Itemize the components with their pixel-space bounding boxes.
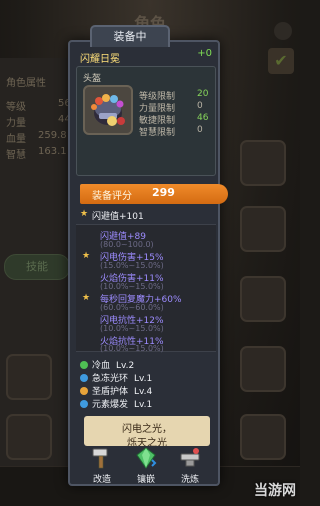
skill-name: 冷血 [92,361,111,371]
skill-list: 冷血 Lv.2 急冻光环 Lv.1 圣盾护体 Lv.4 元素爆发 Lv.1 [76,356,216,412]
refine-button[interactable]: 洗炼 [170,446,210,490]
requirement-label: 智慧限制 [139,128,176,138]
skill-level: Lv.4 [134,387,153,397]
hammer-icon [92,448,108,469]
equip-slot[interactable] [240,346,286,392]
helmet-icon [83,85,133,135]
gem-icon [136,447,157,469]
star-icon: ★ [82,251,91,261]
refine-label: 洗炼 [180,475,199,485]
requirement-value: 0 [197,101,203,111]
skill-row: 元素爆发 Lv.1 [80,397,153,410]
skills-button-label: 技能 [26,260,48,273]
score-label: 装备评分 [92,191,132,202]
helmet-art [91,94,125,126]
skill-gem-icon [80,400,88,408]
equip-slot[interactable] [240,206,286,252]
equip-slot[interactable] [240,140,286,186]
skill-gem-icon [80,387,88,395]
reforge-label: 改造 [92,475,111,485]
stat-label: 力量 [6,118,26,129]
star-icon: ★ [80,209,89,219]
affix-range: (80.0~100.0) [100,240,154,249]
item-info-box: 头盔 等级限制 20 力量限制 0 敏捷限制 46 智慧限制 0 [76,66,216,176]
affix-list: 闪避值+89 (80.0~100.0) ★ 闪电伤害+15% (15.0%~15… [76,224,216,353]
skill-row: 急冻光环 Lv.1 [80,371,153,384]
skill-gem-icon [80,374,88,382]
equip-slot[interactable] [240,414,286,460]
skill-row: 圣盾护体 Lv.4 [80,384,153,397]
confirm-check-icon[interactable]: ✔ [268,48,294,74]
socket-button[interactable]: 镶嵌 [126,446,166,490]
equip-slot[interactable] [240,276,286,322]
affix-range: (10.0%~15.0%) [100,344,164,353]
main-stat: 闪避值+101 [92,212,144,222]
skill-level: Lv.1 [134,400,153,410]
skill-name: 圣盾护体 [92,387,129,397]
requirement-value: 0 [197,125,203,135]
equipped-tab: 装备中 [90,25,170,47]
stat-label: 智慧 [6,150,26,161]
item-description: 闪电之光， 烁天之光 [84,416,210,446]
slot-type: 头盔 [83,74,102,84]
affix-range: (10.0%~15.0%) [100,324,164,333]
socket-label: 镶嵌 [136,475,155,485]
skill-level: Lv.2 [116,361,135,371]
requirement-value: 46 [197,113,209,123]
bg-decor [274,22,292,40]
equipment-tooltip: 装备中 闪耀日冕 +0 头盔 等级限制 20 力量限制 0 敏捷限制 46 智慧… [68,25,228,486]
stat-label: 等级 [6,102,26,113]
equip-slot[interactable] [6,354,52,400]
affix-range: (10.0%~15.0%) [100,282,164,291]
equipment-score-bar: 装备评分 299 [80,184,228,204]
equip-slot[interactable] [6,414,52,460]
character-stats-panel: 角色属性 等级 56 力量 44 血量 259.8 智慧 163.1 技能 [0,58,78,478]
skill-name: 急冻光环 [92,374,129,384]
watermark: 当游网 [254,483,296,499]
skill-level: Lv.1 [134,374,153,384]
panel-title: 角色属性 [6,78,46,89]
description-line: 烁天之光 [127,438,167,446]
requirement-value: 20 [197,89,209,99]
stat-value: 163.1 [38,146,67,157]
skill-gem-icon [80,361,88,369]
description-line: 闪电之光， [122,424,172,435]
skill-row: 冷血 Lv.2 [80,358,135,371]
affix-range: (15.0%~15.0%) [100,261,164,270]
reforge-button[interactable]: 改造 [82,446,122,490]
star-icon: ★ [82,293,91,303]
skills-button[interactable]: 技能 [4,254,70,280]
stat-value: 259.8 [38,130,67,141]
anvil-icon [180,448,200,467]
main-stat-row: ★ 闪避值+101 [76,208,216,222]
stat-label: 血量 [6,134,26,145]
score-value: 299 [152,186,175,199]
item-header: 闪耀日冕 +0 [76,48,212,65]
enhance-level: +0 [197,48,212,59]
affix-range: (60.0%~60.0%) [100,303,164,312]
item-name: 闪耀日冕 [80,54,120,65]
skill-name: 元素爆发 [92,400,129,410]
